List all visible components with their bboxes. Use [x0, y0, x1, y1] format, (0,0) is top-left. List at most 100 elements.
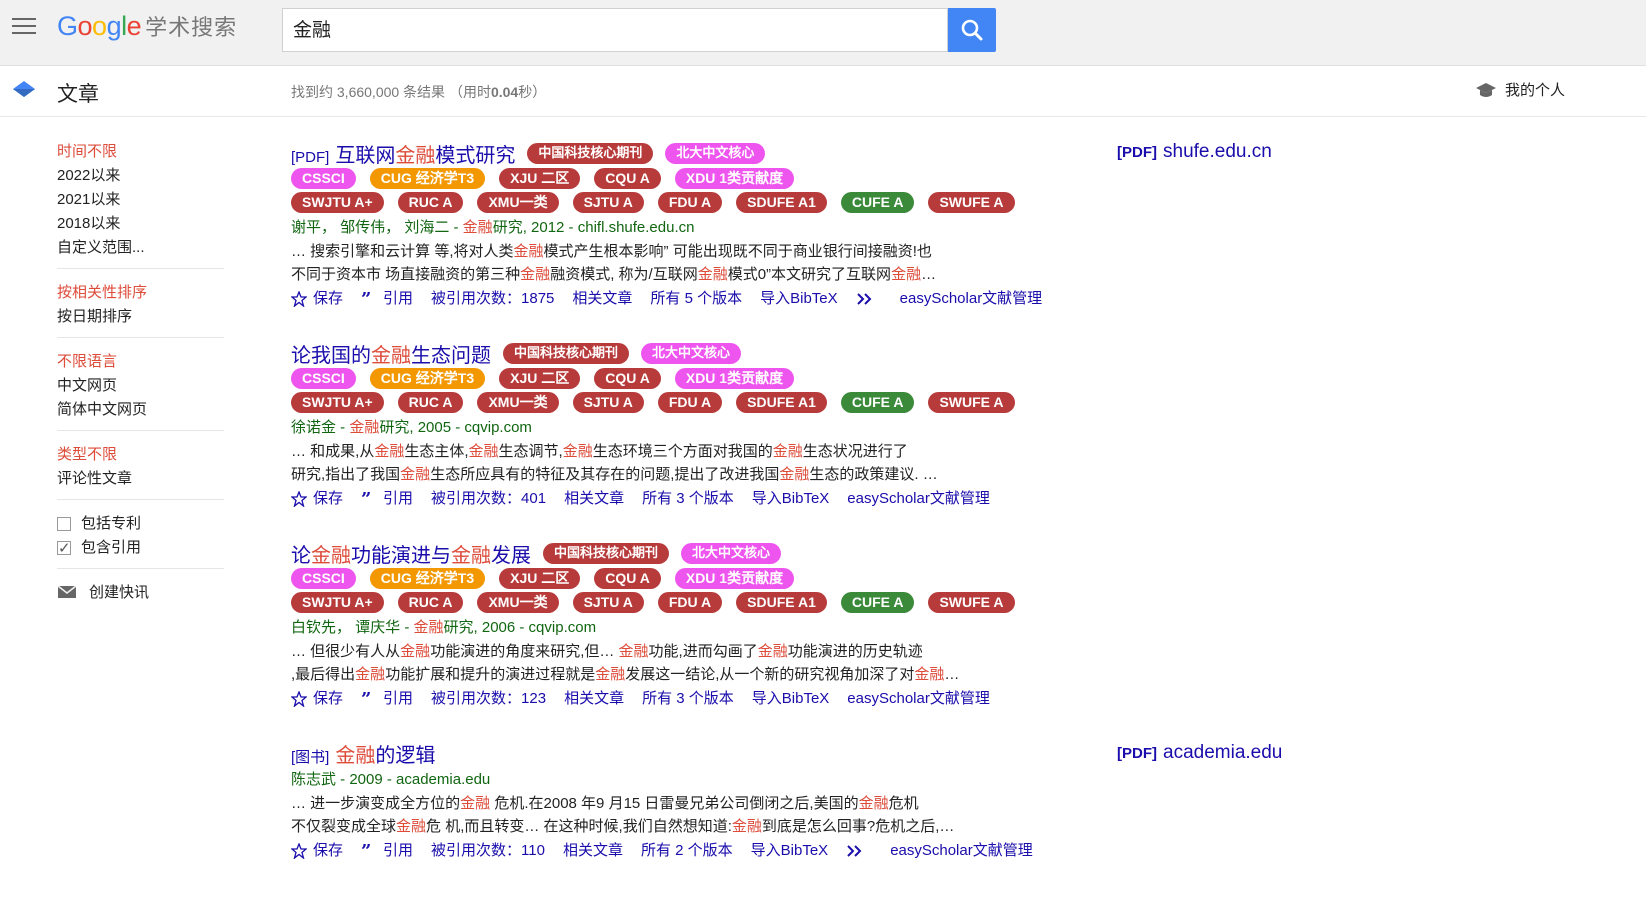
filter-since-2022[interactable]: 2022以来: [57, 164, 224, 188]
quote-icon: ”: [361, 692, 371, 706]
more-chevron-icon[interactable]: [856, 293, 882, 305]
cited-by-link[interactable]: 被引用次数：401: [431, 487, 546, 511]
google-scholar-logo[interactable]: Google 学术搜索: [57, 10, 237, 42]
cited-by-link[interactable]: 被引用次数：110: [431, 839, 545, 863]
all-versions-link[interactable]: 所有 3 个版本: [642, 687, 734, 711]
include-citations-toggle[interactable]: 包含引用: [57, 536, 224, 561]
journal-badge: 中国科技核心期刊: [543, 542, 670, 564]
import-bibtex-link[interactable]: 导入BibTeX: [752, 487, 830, 511]
result-authors: 谢平， 邹传伟， 刘海二 - 金融研究, 2012 - chifl.shufe.…: [291, 219, 695, 236]
all-versions-link[interactable]: 所有 2 个版本: [641, 839, 733, 863]
journal-badge: SJTU A: [572, 191, 644, 213]
journal-badge: XJU 二区: [499, 567, 581, 589]
journal-badge: CSSCI: [291, 167, 356, 189]
easyscholar-link[interactable]: easyScholar文献管理: [847, 687, 990, 711]
filter-custom-range[interactable]: 自定义范围...: [57, 236, 224, 260]
cite-button[interactable]: ” 引用: [361, 687, 413, 711]
filter-since-2021[interactable]: 2021以来: [57, 188, 224, 212]
my-profile-link[interactable]: 我的个人: [1475, 79, 1565, 100]
result-title-link[interactable]: 论金融功能演进与金融发展: [291, 539, 531, 568]
citations-checkbox[interactable]: [57, 537, 71, 561]
search-input[interactable]: 金融: [282, 8, 948, 52]
lang-any[interactable]: 不限语言: [57, 350, 224, 374]
easyscholar-link[interactable]: easyScholar文献管理: [890, 839, 1033, 863]
include-group: 包括专利 包含引用: [57, 512, 224, 569]
type-any[interactable]: 类型不限: [57, 443, 224, 467]
journal-badge: RUC A: [397, 591, 464, 613]
pdf-side-link[interactable]: [PDF] shufe.edu.cn: [1117, 141, 1272, 163]
journal-badge: XJU 二区: [499, 167, 581, 189]
save-button[interactable]: 保存: [291, 839, 343, 863]
journal-badge: XDU 1类贡献度: [674, 167, 795, 189]
related-articles-link[interactable]: 相关文章: [564, 487, 624, 511]
cite-button[interactable]: ” 引用: [361, 487, 413, 511]
import-bibtex-link[interactable]: 导入BibTeX: [752, 687, 830, 711]
cited-by-link[interactable]: 被引用次数：123: [431, 687, 546, 711]
quote-icon: ”: [361, 492, 371, 506]
journal-badge: CQU A: [594, 567, 661, 589]
badge-row: CSSCI CUG 经济学T3 XJU 二区 CQU A XDU 1类贡献度: [284, 366, 1091, 390]
results-count: 找到约 3,660,000 条结果 （用时0.04秒）: [291, 84, 547, 100]
result-title-link[interactable]: 论我国的金融生态问题: [291, 339, 491, 368]
filters-sidebar: 时间不限 2022以来 2021以来 2018以来 自定义范围... 按相关性排…: [57, 140, 224, 602]
related-articles-link[interactable]: 相关文章: [564, 687, 624, 711]
all-versions-link[interactable]: 所有 5 个版本: [650, 287, 742, 311]
search-result: 论金融功能演进与金融发展 中国科技核心期刊 北大中文核心 CSSCI CUG 经…: [291, 540, 1091, 711]
lang-chinese[interactable]: 中文网页: [57, 374, 224, 398]
hamburger-menu-icon[interactable]: [12, 18, 36, 36]
quote-icon: ”: [361, 844, 371, 858]
result-title-link[interactable]: [PDF] 互联网金融模式研究: [291, 139, 515, 168]
easyscholar-link[interactable]: easyScholar文献管理: [900, 287, 1043, 311]
section-articles-label[interactable]: 文章: [57, 78, 99, 108]
sort-by-relevance[interactable]: 按相关性排序: [57, 281, 224, 305]
journal-badge: CQU A: [594, 367, 661, 389]
type-review[interactable]: 评论性文章: [57, 467, 224, 491]
save-button[interactable]: 保存: [291, 487, 343, 511]
journal-badge: SWJTU A+: [291, 591, 384, 613]
related-articles-link[interactable]: 相关文章: [563, 839, 623, 863]
search-button[interactable]: [948, 8, 996, 52]
journal-badge: XDU 1类贡献度: [674, 567, 795, 589]
journal-badge: CUFE A: [840, 391, 915, 413]
search-result: [PDF] 互联网金融模式研究 中国科技核心期刊 北大中文核心 CSSCI CUG…: [291, 140, 1091, 311]
save-button[interactable]: 保存: [291, 687, 343, 711]
more-chevron-icon[interactable]: [846, 845, 872, 857]
cite-button[interactable]: ” 引用: [361, 287, 413, 311]
envelope-icon: [57, 584, 77, 598]
cite-button[interactable]: ” 引用: [361, 839, 413, 863]
result-authors: 陈志武 - 2009 - academia.edu: [291, 771, 491, 788]
include-citations-label: 包含引用: [81, 539, 142, 556]
include-patents-toggle[interactable]: 包括专利: [57, 512, 224, 536]
save-button[interactable]: 保存: [291, 287, 343, 311]
cited-by-link[interactable]: 被引用次数：1875: [431, 287, 554, 311]
import-bibtex-link[interactable]: 导入BibTeX: [751, 839, 829, 863]
pdf-side-link[interactable]: [PDF] academia.edu: [1117, 742, 1282, 764]
graduation-cap-icon: [1476, 83, 1496, 98]
patents-checkbox[interactable]: [57, 517, 71, 531]
filter-any-time[interactable]: 时间不限: [57, 140, 224, 164]
doc-type-tag: [PDF]: [291, 148, 330, 166]
lang-simplified-chinese[interactable]: 简体中文网页: [57, 398, 224, 422]
star-icon: [291, 691, 307, 707]
filter-since-2018[interactable]: 2018以来: [57, 212, 224, 236]
star-icon: [291, 291, 307, 307]
badge-row: SWJTU A+ RUC A XMU一类 SJTU A FDU A SDUFE …: [284, 590, 1091, 614]
result-actions: 保存 ” 引用 被引用次数：123 相关文章 所有 3 个版本 导入BibTeX …: [291, 687, 1091, 711]
create-alert-link[interactable]: 创建快讯: [57, 581, 224, 602]
scholar-cap-icon: [13, 81, 35, 97]
related-articles-link[interactable]: 相关文章: [572, 287, 632, 311]
result-snippet: … 搜索引擎和云计算 等,将对人类金融模式产生根本影响” 可能出现既不同于商业银…: [291, 243, 932, 260]
import-bibtex-link[interactable]: 导入BibTeX: [760, 287, 838, 311]
journal-badge: CUFE A: [840, 591, 915, 613]
easyscholar-link[interactable]: easyScholar文献管理: [847, 487, 990, 511]
journal-badge: SWJTU A+: [291, 191, 384, 213]
sort-by-date[interactable]: 按日期排序: [57, 305, 224, 329]
time-filter-group: 时间不限 2022以来 2021以来 2018以来 自定义范围...: [57, 140, 224, 269]
top-bar: Google 学术搜索 金融: [0, 0, 1646, 66]
result-title-link[interactable]: [图书] 金融的逻辑: [291, 739, 435, 768]
all-versions-link[interactable]: 所有 3 个版本: [642, 487, 734, 511]
journal-badge: SJTU A: [572, 391, 644, 413]
search-icon: [961, 19, 983, 41]
journal-badge: CUG 经济学T3: [369, 567, 486, 589]
journal-badge: SWUFE A: [928, 591, 1015, 613]
